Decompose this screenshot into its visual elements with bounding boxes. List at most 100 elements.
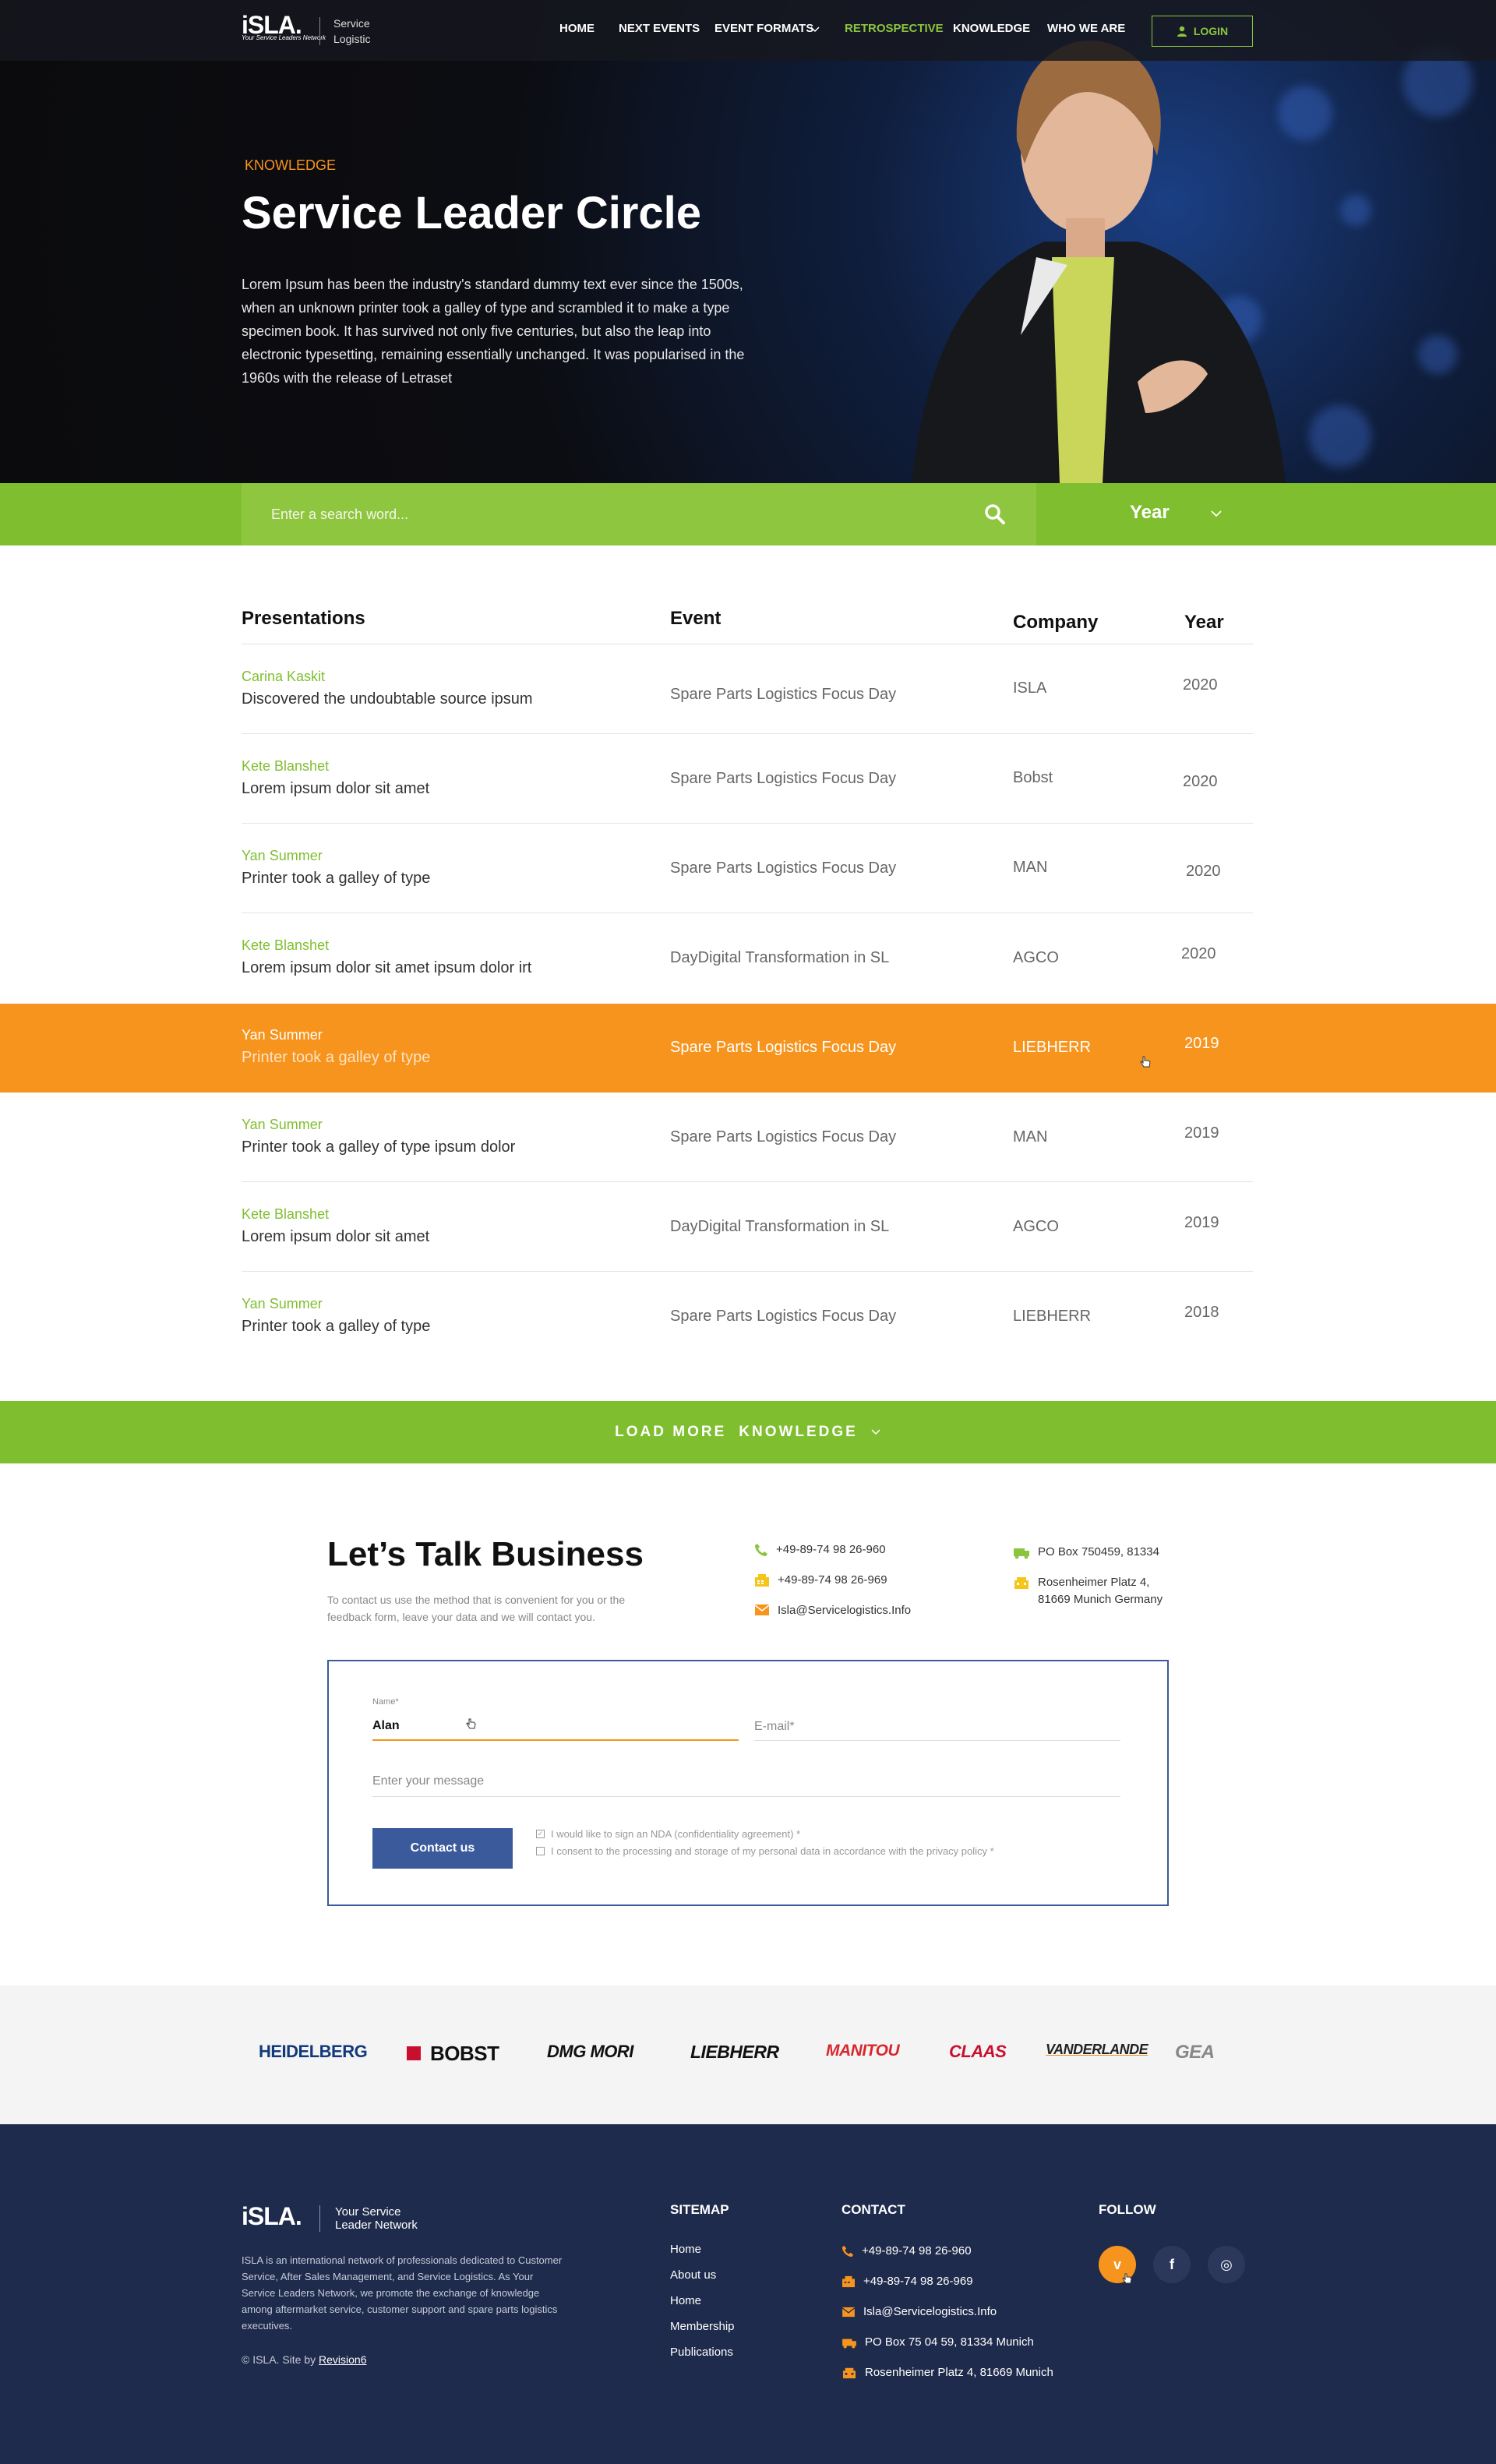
nda-checkbox[interactable]: ✓ I would like to sign an NDA (confident… — [536, 1828, 800, 1840]
chevron-down-icon[interactable] — [1209, 507, 1223, 521]
mailbox-icon — [1014, 1548, 1029, 1559]
footer-address: Rosenheimer Platz 4, 81669 Munich — [842, 2366, 1053, 2379]
copyright-text: © ISLA. Site by — [242, 2353, 316, 2366]
sitemap-link-about-us[interactable]: About us — [670, 2268, 716, 2282]
contact-phone[interactable]: +49-89-74 98 26-960 — [754, 1541, 886, 1559]
sitemap-heading: SITEMAP — [670, 2202, 729, 2217]
instagram-icon[interactable]: ◎ — [1208, 2246, 1245, 2283]
contact-address-line-1: Rosenheimer Platz 4, — [1038, 1576, 1150, 1589]
year-select[interactable]: Year — [1130, 502, 1170, 524]
row-author[interactable]: Carina Kaskit — [242, 669, 325, 685]
row-author[interactable]: Kete Blanshet — [242, 758, 329, 775]
logo-text-line-1: Service — [333, 17, 370, 30]
row-company: LIEBHERR — [1013, 1308, 1092, 1325]
row-title[interactable]: Printer took a galley of type ipsum dolo… — [242, 1138, 515, 1156]
site-credit-link[interactable]: Revision6 — [319, 2353, 366, 2366]
nav-event-formats[interactable]: EVENT FORMATS — [714, 22, 813, 35]
footer-fax[interactable]: +49-89-74 98 26-969 — [842, 2275, 973, 2288]
contact-email[interactable]: Isla@Servicelogistics.Info — [754, 1602, 911, 1619]
bobst-mark-icon — [407, 2046, 421, 2060]
search-icon[interactable] — [983, 503, 1007, 526]
nav-home[interactable]: HOME — [559, 22, 595, 35]
footer-contact-heading: CONTACT — [842, 2202, 905, 2217]
row-event: Spare Parts Logistics Focus Day — [670, 686, 897, 703]
hero-section — [0, 0, 1496, 483]
contact-po-box: PO Box 750459, 81334 — [1013, 1544, 1159, 1561]
hero-description: Lorem Ipsum has been the industry's stan… — [242, 277, 745, 386]
footer — [0, 2124, 1496, 2464]
sitemap-link-membership[interactable]: Membership — [670, 2320, 735, 2333]
footer-phone-text: +49-89-74 98 26-960 — [862, 2244, 972, 2257]
message-field[interactable] — [372, 1766, 1120, 1797]
row-event: Spare Parts Logistics Focus Day — [670, 1128, 897, 1146]
facebook-icon[interactable]: f — [1153, 2246, 1191, 2283]
nav-knowledge[interactable]: KNOWLEDGE — [953, 22, 1030, 35]
footer-logo-text-line-1: Your Service — [335, 2205, 401, 2219]
speaker-photo — [912, 40, 1286, 483]
nda-label: I would like to sign an NDA (confidentia… — [551, 1828, 801, 1840]
load-more-button[interactable]: LOAD MORE KNOWLEDGE — [0, 1401, 1496, 1463]
search-input[interactable] — [271, 502, 894, 527]
contact-fax-text: +49-89-74 98 26-969 — [778, 1573, 887, 1587]
row-title[interactable]: Discovered the undoubtable source ipsum — [242, 690, 533, 708]
sitemap-link-home-2[interactable]: Home — [670, 2294, 701, 2307]
hand-cursor-icon — [466, 1718, 476, 1729]
row-title[interactable]: Lorem ipsum dolor sit amet — [242, 780, 429, 798]
chevron-down-icon[interactable] — [810, 26, 820, 34]
footer-address-text: Rosenheimer Platz 4, 81669 Munich — [865, 2366, 1053, 2379]
footer-copyright: © ISLA. Site by Revision6 — [242, 2353, 367, 2366]
row-author[interactable]: Yan Summer — [242, 1117, 323, 1133]
brand-logo-claas: CLAAS — [949, 2042, 1007, 2061]
row-title[interactable]: Lorem ipsum dolor sit amet ipsum dolor i… — [242, 959, 531, 977]
row-year: 2018 — [1184, 1304, 1219, 1321]
footer-email-text: Isla@Servicelogistics.Info — [863, 2305, 997, 2318]
contact-subtitle: To contact us use the method that is con… — [327, 1594, 626, 1623]
footer-logo[interactable]: iSLA. — [242, 2202, 302, 2231]
row-title[interactable]: Printer took a galley of type — [242, 1049, 430, 1067]
sitemap-link-home[interactable]: Home — [670, 2243, 701, 2256]
contact-fax[interactable]: +49-89-74 98 26-969 — [754, 1572, 887, 1589]
contact-us-button[interactable]: Contact us — [372, 1828, 513, 1869]
sitemap-link-publications[interactable]: Publications — [670, 2346, 733, 2359]
row-year: 2020 — [1181, 945, 1216, 962]
contact-phone-text: +49-89-74 98 26-960 — [776, 1543, 886, 1556]
load-more-label-knowledge: KNOWLEDGE — [739, 1424, 858, 1440]
footer-email[interactable]: Isla@Servicelogistics.Info — [842, 2305, 997, 2318]
footer-about: ISLA is an international network of prof… — [242, 2254, 563, 2332]
checkbox-icon[interactable] — [536, 1847, 545, 1855]
row-author[interactable]: Yan Summer — [242, 848, 323, 864]
footer-logo-text-line-2: Leader Network — [335, 2219, 418, 2232]
login-button[interactable]: LOGIN — [1152, 16, 1253, 47]
row-company: MAN — [1013, 1128, 1048, 1146]
login-label: LOGIN — [1193, 25, 1229, 37]
consent-label: I consent to the processing and storage … — [551, 1845, 994, 1857]
footer-po-box-text: PO Box 75 04 59, 81334 Munich — [865, 2335, 1034, 2349]
building-icon — [1014, 1577, 1028, 1589]
row-year: 2020 — [1183, 773, 1218, 790]
building-icon — [843, 2367, 856, 2378]
row-title[interactable]: Printer took a galley of type — [242, 870, 430, 888]
row-author[interactable]: Yan Summer — [242, 1296, 323, 1312]
row-author[interactable]: Kete Blanshet — [242, 1206, 329, 1223]
footer-logo-divider — [319, 2205, 320, 2232]
nav-retrospective[interactable]: RETROSPECTIVE — [845, 22, 944, 35]
consent-checkbox[interactable]: I consent to the processing and storage … — [536, 1845, 994, 1857]
row-year: 2019 — [1184, 1035, 1219, 1052]
row-title[interactable]: Printer took a galley of type — [242, 1318, 430, 1336]
email-field[interactable] — [754, 1713, 1120, 1741]
row-author[interactable]: Yan Summer — [242, 1027, 323, 1043]
row-event: Spare Parts Logistics Focus Day — [670, 1039, 897, 1056]
nav-who-we-are[interactable]: WHO WE ARE — [1047, 22, 1125, 35]
row-year: 2019 — [1184, 1214, 1219, 1231]
row-event: Spare Parts Logistics Focus Day — [670, 860, 897, 877]
contact-address-line-2: 81669 Munich Germany — [1038, 1593, 1163, 1606]
fax-icon — [842, 2275, 855, 2287]
row-title[interactable]: Lorem ipsum dolor sit amet — [242, 1228, 429, 1246]
name-field[interactable] — [372, 1713, 739, 1741]
footer-phone[interactable]: +49-89-74 98 26-960 — [842, 2244, 972, 2257]
checkbox-checked-icon[interactable]: ✓ — [536, 1830, 545, 1838]
nav-next-events[interactable]: NEXT EVENTS — [619, 22, 700, 35]
row-author[interactable]: Kete Blanshet — [242, 937, 329, 954]
footer-fax-text: +49-89-74 98 26-969 — [863, 2275, 973, 2288]
follow-heading: FOLLOW — [1099, 2202, 1156, 2217]
